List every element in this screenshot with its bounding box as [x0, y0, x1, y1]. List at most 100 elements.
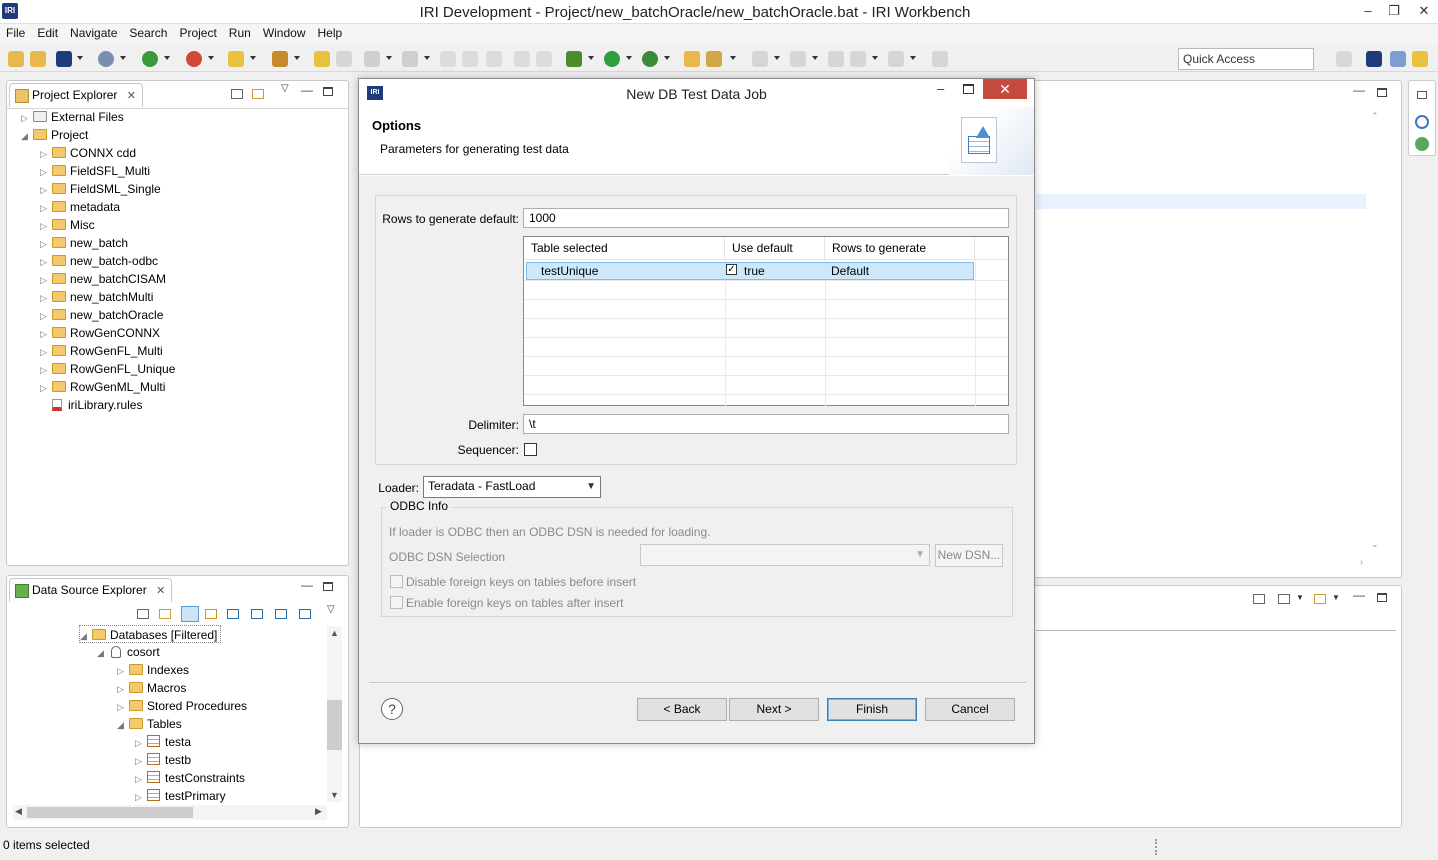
tree-item[interactable]: ▷ RowGenFL_Multi: [40, 342, 163, 360]
scroll-down-icon[interactable]: ▼: [330, 790, 339, 800]
rows-default-input[interactable]: 1000: [523, 208, 1009, 228]
editor-vertical-scrollbar[interactable]: ⌃ ⌄: [1368, 111, 1384, 551]
back-button[interactable]: < Back: [637, 698, 727, 721]
minimize-view-icon[interactable]: —: [301, 578, 313, 592]
restore-icon[interactable]: ❐: [1380, 0, 1408, 22]
cell-rows-to-generate[interactable]: Default: [831, 263, 869, 280]
dropdown-arrow-icon[interactable]: [730, 56, 736, 60]
scrollbar-thumb[interactable]: [327, 700, 342, 750]
scroll-right-icon[interactable]: ▶: [315, 806, 322, 817]
help-icon[interactable]: ?: [381, 698, 403, 720]
dropdown-arrow-icon[interactable]: [588, 56, 594, 60]
close-tab-icon[interactable]: ✕: [127, 89, 136, 102]
tree-item[interactable]: ▷ Misc: [40, 216, 95, 234]
search-icon[interactable]: [706, 51, 722, 67]
undo-icon[interactable]: [314, 51, 330, 67]
iri-menu-icon[interactable]: [56, 51, 72, 67]
horizontal-scrollbar[interactable]: ◀ ▶: [13, 805, 327, 820]
next-annotation-icon[interactable]: [752, 51, 768, 67]
dropdown-arrow-icon[interactable]: [872, 56, 878, 60]
finish-button[interactable]: Finish: [827, 698, 917, 721]
tree-item-project[interactable]: ◢ Project: [21, 126, 88, 144]
scroll-up-icon[interactable]: ⌃: [1371, 111, 1379, 122]
dropdown-arrow-icon[interactable]: [294, 56, 300, 60]
column-header-use-default[interactable]: Use default: [725, 237, 825, 260]
new-profile-icon[interactable]: [275, 609, 287, 619]
menu-window[interactable]: Window: [257, 24, 312, 42]
svn-perspective-icon[interactable]: [1412, 51, 1428, 67]
maximize-view-icon[interactable]: [323, 582, 333, 591]
forward-icon[interactable]: [888, 51, 904, 67]
tree-item-databases[interactable]: ◢ Databases [Filtered]: [79, 625, 222, 643]
restore-stack-icon[interactable]: [1417, 91, 1427, 99]
tree-item-cosort[interactable]: ◢ cosort: [97, 643, 160, 661]
tree-item[interactable]: ▷ new_batchMulti: [40, 288, 153, 306]
wand-icon[interactable]: [272, 51, 288, 67]
open-perspective-icon[interactable]: [1336, 51, 1352, 67]
link-editor-icon[interactable]: [252, 89, 264, 99]
connect-icon[interactable]: [98, 51, 114, 67]
properties-icon[interactable]: [299, 609, 311, 619]
export-icon[interactable]: [251, 609, 263, 619]
menu-edit[interactable]: Edit: [31, 24, 64, 42]
dialog-close-icon[interactable]: ✕: [983, 79, 1027, 99]
tree-item[interactable]: ▷ new_batchCISAM: [40, 270, 166, 288]
tree-item[interactable]: ▷ RowGenML_Multi: [40, 378, 165, 396]
odbc-dsn-select[interactable]: ▼: [640, 544, 930, 566]
minimize-editor-icon[interactable]: —: [1353, 83, 1365, 97]
collapse-all-icon[interactable]: [231, 89, 243, 99]
cell-table-name[interactable]: testUnique: [541, 263, 598, 280]
use-default-checkbox[interactable]: ✓: [726, 264, 737, 275]
quick-access-input[interactable]: Quick Access: [1178, 48, 1314, 70]
print-icon[interactable]: [486, 51, 502, 67]
cancel-button[interactable]: Cancel: [925, 698, 1015, 721]
minimize-view-icon[interactable]: —: [301, 83, 313, 97]
save-all-icon[interactable]: [462, 51, 478, 67]
save-icon[interactable]: [440, 51, 456, 67]
open-type-icon[interactable]: [684, 51, 700, 67]
dropdown-arrow-icon[interactable]: [812, 56, 818, 60]
scroll-right-icon[interactable]: ›: [1360, 557, 1363, 567]
import-icon[interactable]: [227, 609, 239, 619]
dropdown-arrow-icon[interactable]: [250, 56, 256, 60]
tree-item-rules-file[interactable]: iriLibrary.rules: [52, 396, 142, 414]
shield-icon[interactable]: [228, 51, 244, 67]
enable-fk-checkbox[interactable]: [390, 596, 403, 609]
dropdown-arrow-icon[interactable]: ▼: [1332, 593, 1340, 602]
new-file-icon[interactable]: [364, 51, 380, 67]
last-edit-icon[interactable]: [828, 51, 844, 67]
connect-db-icon[interactable]: [205, 609, 217, 619]
view-menu-icon[interactable]: ▽: [281, 83, 289, 94]
tree-item[interactable]: ▷ Stored Procedures: [117, 697, 247, 715]
new-dsn-button[interactable]: New DSN...: [935, 544, 1003, 567]
dropdown-arrow-icon[interactable]: [626, 56, 632, 60]
new-wizard-icon[interactable]: [402, 51, 418, 67]
disable-fk-checkbox[interactable]: [390, 575, 403, 588]
scroll-up-icon[interactable]: ▲: [330, 628, 339, 638]
close-window-icon[interactable]: ✕: [1410, 0, 1438, 20]
dropdown-arrow-icon[interactable]: [424, 56, 430, 60]
vertical-scrollbar[interactable]: ▲ ▼: [327, 626, 342, 802]
console-icon[interactable]: [536, 51, 552, 67]
tree-item[interactable]: ▷ RowGenCONNX: [40, 324, 160, 342]
debug-icon[interactable]: [566, 51, 582, 67]
maximize-view-icon[interactable]: [1377, 593, 1387, 602]
run-icon[interactable]: [604, 51, 620, 67]
dialog-minimize-icon[interactable]: –: [937, 81, 944, 96]
scroll-down-icon[interactable]: ⌄: [1371, 539, 1379, 550]
open-folder-icon[interactable]: [30, 51, 46, 67]
sequencer-checkbox[interactable]: [524, 443, 537, 456]
tree-item[interactable]: ▷ Indexes: [117, 661, 189, 679]
minimize-icon[interactable]: –: [1354, 0, 1382, 22]
iri-perspective-icon[interactable]: [1366, 51, 1382, 67]
dropdown-arrow-icon[interactable]: [164, 56, 170, 60]
menu-navigate[interactable]: Navigate: [64, 24, 123, 42]
pin-view-icon[interactable]: [1253, 594, 1265, 604]
delimiter-input[interactable]: \t: [523, 414, 1009, 434]
tree-item[interactable]: ▷ testConstraints: [135, 769, 245, 787]
menu-search[interactable]: Search: [123, 24, 173, 42]
cheatsheet-icon[interactable]: [1415, 137, 1429, 151]
tree-item[interactable]: ▷ testb: [135, 751, 191, 769]
menu-project[interactable]: Project: [173, 24, 222, 42]
pin-editor-icon[interactable]: [932, 51, 948, 67]
